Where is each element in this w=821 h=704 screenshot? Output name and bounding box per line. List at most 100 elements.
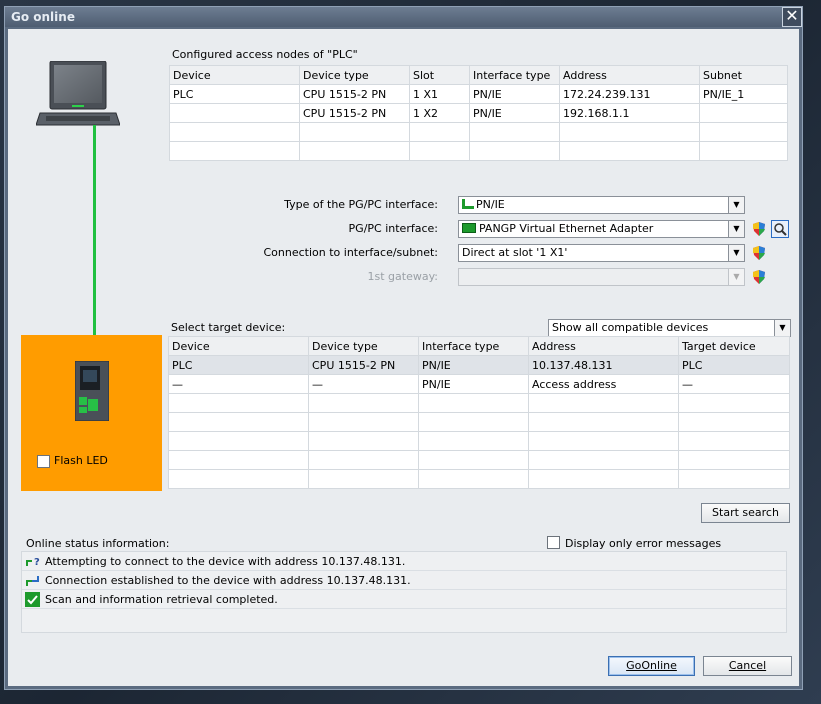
status-log: ? Attempting to connect to the device wi… bbox=[21, 551, 787, 633]
connection-subnet-label: Connection to interface/subnet: bbox=[263, 246, 439, 259]
pgpc-type-value: PN/IE bbox=[476, 198, 505, 211]
cell: CPU 1515-2 PN bbox=[299, 84, 410, 104]
cell: Access address bbox=[528, 374, 679, 394]
table-row[interactable]: PLC CPU 1515-2 PN PN/IE 10.137.48.131 PL… bbox=[168, 355, 790, 375]
gateway-label: 1st gateway: bbox=[367, 270, 439, 283]
dialog-title: Go online bbox=[5, 7, 802, 27]
dialog-body: Configured access nodes of "PLC" Device … bbox=[8, 29, 799, 686]
table-row bbox=[169, 141, 788, 161]
cell: 172.24.239.131 bbox=[559, 84, 700, 104]
device-filter-select[interactable]: Show all compatible devices ▼ bbox=[548, 319, 791, 337]
cell: 1 X1 bbox=[409, 84, 470, 104]
cell: — bbox=[678, 374, 790, 394]
table-row[interactable]: PLC CPU 1515-2 PN 1 X1 PN/IE 172.24.239.… bbox=[169, 84, 788, 104]
table-row bbox=[169, 122, 788, 142]
col-slot[interactable]: Slot bbox=[409, 65, 470, 85]
target-table: Device Device type Interface type Addres… bbox=[168, 336, 790, 489]
cancel-label: Cancel bbox=[728, 659, 767, 672]
cell bbox=[169, 103, 300, 123]
cell: PN/IE bbox=[469, 84, 560, 104]
status-message: Attempting to connect to the device with… bbox=[45, 555, 406, 568]
cell: PN/IE bbox=[418, 374, 529, 394]
col-address[interactable]: Address bbox=[528, 336, 679, 356]
chevron-down-icon[interactable]: ▼ bbox=[728, 197, 744, 213]
cell: 192.168.1.1 bbox=[559, 103, 700, 123]
status-message: Scan and information retrieval completed… bbox=[45, 593, 278, 606]
go-online-dialog: Go online ✕ Configured access nodes of "… bbox=[4, 6, 803, 690]
device-filter-value: Show all compatible devices bbox=[552, 321, 709, 334]
flash-led-label: Flash LED bbox=[54, 454, 108, 467]
status-heading: Online status information: bbox=[26, 537, 170, 550]
cell: PN/IE bbox=[469, 103, 560, 123]
cell: 1 X2 bbox=[409, 103, 470, 123]
cell: — bbox=[308, 374, 419, 394]
connection-line bbox=[93, 125, 96, 365]
check-icon bbox=[25, 592, 40, 607]
col-interface-type[interactable]: Interface type bbox=[418, 336, 529, 356]
chevron-down-icon[interactable]: ▼ bbox=[728, 245, 744, 261]
pgpc-interface-label: PG/PC interface: bbox=[348, 222, 438, 235]
pgpc-interface-value: PANGP Virtual Ethernet Adapter bbox=[479, 222, 654, 235]
svg-text:?: ? bbox=[34, 557, 40, 568]
start-search-label: Start search bbox=[712, 506, 779, 519]
connecting-icon: ? bbox=[26, 557, 40, 568]
pgpc-type-label: Type of the PG/PC interface: bbox=[284, 198, 438, 211]
table-row bbox=[168, 450, 790, 470]
list-item: Scan and information retrieval completed… bbox=[22, 590, 786, 609]
table-row bbox=[168, 412, 790, 432]
status-message: Connection established to the device wit… bbox=[45, 574, 411, 587]
col-device-type[interactable]: Device type bbox=[299, 65, 410, 85]
cell: PLC bbox=[678, 355, 790, 375]
table-row[interactable]: CPU 1515-2 PN 1 X2 PN/IE 192.168.1.1 bbox=[169, 103, 788, 123]
col-device[interactable]: Device bbox=[168, 336, 309, 356]
col-target-device[interactable]: Target device bbox=[678, 336, 790, 356]
cell: PLC bbox=[169, 84, 300, 104]
connected-icon bbox=[26, 576, 39, 586]
properties-button[interactable] bbox=[771, 220, 789, 238]
error-only-checkbox[interactable] bbox=[547, 536, 560, 549]
col-subnet[interactable]: Subnet bbox=[699, 65, 788, 85]
magnifier-icon bbox=[774, 223, 787, 236]
connection-subnet-select[interactable]: Direct at slot '1 X1' ▼ bbox=[458, 244, 745, 262]
go-online-button[interactable]: GoOnline bbox=[608, 656, 695, 676]
cell: PLC bbox=[168, 355, 309, 375]
col-address[interactable]: Address bbox=[559, 65, 700, 85]
cell: CPU 1515-2 PN bbox=[299, 103, 410, 123]
col-interface-type[interactable]: Interface type bbox=[469, 65, 560, 85]
configured-heading: Configured access nodes of "PLC" bbox=[172, 48, 358, 61]
chevron-down-icon[interactable]: ▼ bbox=[728, 221, 744, 237]
chevron-down-icon: ▼ bbox=[728, 269, 744, 285]
cell bbox=[699, 103, 788, 123]
target-heading: Select target device: bbox=[171, 321, 286, 334]
start-search-button[interactable]: Start search bbox=[701, 503, 790, 523]
pnie-icon bbox=[462, 199, 474, 209]
error-only-label: Display only error messages bbox=[565, 537, 722, 550]
configured-table: Device Device type Slot Interface type A… bbox=[169, 65, 788, 161]
list-item: ? Attempting to connect to the device wi… bbox=[22, 552, 786, 571]
cell: PN/IE_1 bbox=[699, 84, 788, 104]
col-device[interactable]: Device bbox=[169, 65, 300, 85]
go-online-label: GoOnline bbox=[626, 659, 677, 672]
pgpc-type-select[interactable]: PN/IE ▼ bbox=[458, 196, 745, 214]
shield-icon[interactable] bbox=[751, 245, 767, 261]
flash-led-checkbox[interactable] bbox=[37, 455, 50, 468]
cell: 10.137.48.131 bbox=[528, 355, 679, 375]
connection-subnet-value: Direct at slot '1 X1' bbox=[462, 246, 568, 259]
chevron-down-icon[interactable]: ▼ bbox=[774, 320, 790, 336]
laptop-icon bbox=[36, 61, 120, 126]
table-row bbox=[168, 469, 790, 489]
table-row bbox=[168, 393, 790, 413]
cell: PN/IE bbox=[418, 355, 529, 375]
cancel-button[interactable]: Cancel bbox=[703, 656, 792, 676]
list-item: Connection established to the device wit… bbox=[22, 571, 786, 590]
col-device-type[interactable]: Device type bbox=[308, 336, 419, 356]
pgpc-interface-select[interactable]: PANGP Virtual Ethernet Adapter ▼ bbox=[458, 220, 745, 238]
shield-icon[interactable] bbox=[751, 221, 767, 237]
shield-icon[interactable] bbox=[751, 269, 767, 285]
network-adapter-icon bbox=[462, 223, 476, 233]
table-row[interactable]: — — PN/IE Access address — bbox=[168, 374, 790, 394]
close-icon[interactable]: ✕ bbox=[782, 7, 802, 27]
table-row bbox=[168, 431, 790, 451]
plc-device-icon bbox=[75, 361, 109, 421]
cell: — bbox=[168, 374, 309, 394]
